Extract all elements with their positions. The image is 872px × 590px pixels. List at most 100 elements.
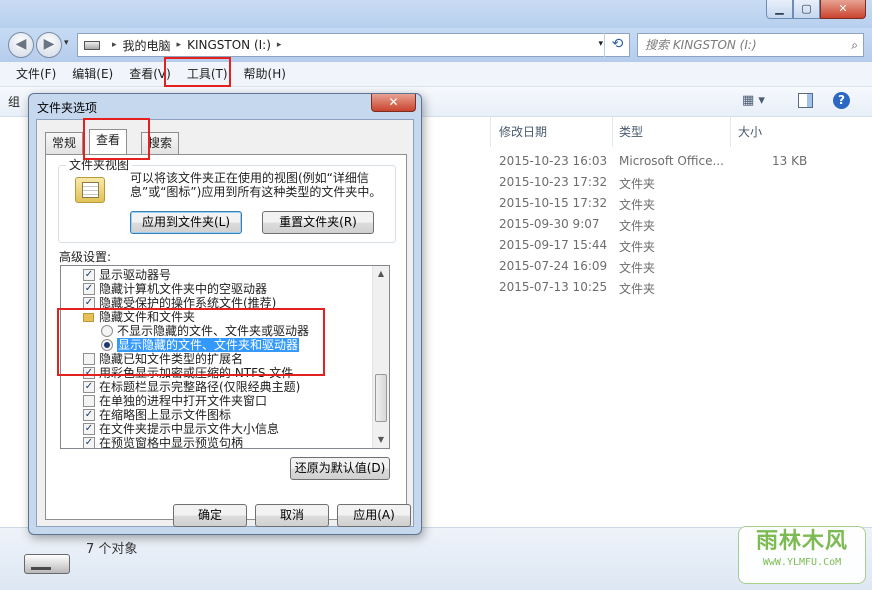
tab-general[interactable]: 常规 (45, 132, 84, 154)
dialog-title: 文件夹选项 (37, 101, 98, 115)
back-button[interactable]: ◀ (8, 32, 34, 58)
minimize-button[interactable]: ▁ (766, 0, 793, 19)
annotation-hidden-files-option (57, 308, 325, 376)
apply-button[interactable]: 应用(A) (337, 504, 411, 527)
column-header-type[interactable]: 类型 (619, 123, 643, 140)
setting-label: 在标题栏显示完整路径(仅限经典主题) (99, 380, 301, 394)
table-row[interactable]: 2015-07-24 16:09 文件夹 (490, 256, 870, 277)
usb-drive-icon (24, 554, 70, 574)
file-type: 文件夹 (619, 219, 656, 233)
menu-edit[interactable]: 编辑(E) (64, 62, 121, 86)
breadcrumb-my-computer[interactable]: 我的电脑 (123, 37, 171, 54)
setting-thumbnail-icons[interactable]: ✓ 在缩略图上显示文件图标 (83, 408, 231, 422)
ok-button[interactable]: 确定 (173, 504, 247, 527)
scroll-down-icon[interactable]: ▼ (373, 432, 389, 448)
setting-label: 在预览窗格中显示预览句柄 (99, 436, 244, 449)
menu-bar: 文件(F) 编辑(E) 查看(V) 工具(T) 帮助(H) (0, 62, 872, 87)
file-date: 2015-10-23 17:32 (499, 175, 608, 189)
menu-file[interactable]: 文件(F) (8, 62, 64, 86)
dialog-close-button[interactable]: ✕ (371, 94, 416, 112)
back-icon: ◀ (15, 36, 27, 52)
annotation-tools-menu (164, 57, 231, 87)
restore-defaults-button[interactable]: 还原为默认值(D) (290, 457, 390, 480)
maximize-button[interactable]: ▢ (793, 0, 820, 19)
table-row[interactable]: 2015-10-23 17:32 文件夹 (490, 172, 870, 193)
setting-label: 在单独的进程中打开文件夹窗口 (99, 394, 268, 408)
close-icon: ✕ (388, 95, 399, 109)
checkbox[interactable]: ✓ (83, 423, 95, 435)
preview-pane-icon[interactable] (798, 93, 813, 108)
apply-to-folders-button[interactable]: 应用到文件夹(L) (130, 211, 242, 234)
address-bar[interactable]: ▸ 我的电脑 ▸ KINGSTON (I:) ▸ ▾ (77, 33, 630, 57)
file-size: 13 KB (772, 154, 808, 168)
folder-views-icon (75, 177, 105, 203)
file-date: 2015-09-17 15:44 (499, 238, 608, 252)
watermark-title: 雨林木风 (755, 529, 848, 554)
file-type: 文件夹 (619, 261, 656, 275)
navigation-bar: ◀ ▶ ▾ ▸ 我的电脑 ▸ KINGSTON (I:) ▸ ▾ ⟲ 搜索 KI… (0, 28, 872, 62)
file-type: 文件夹 (619, 177, 656, 191)
setting-hide-empty-drives[interactable]: ✓ 隐藏计算机文件夹中的空驱动器 (83, 282, 267, 296)
cancel-button[interactable]: 取消 (255, 504, 329, 527)
address-dropdown-icon[interactable]: ▾ (598, 39, 603, 49)
checkbox[interactable]: ✓ (83, 409, 95, 421)
file-date: 2015-07-24 16:09 (499, 259, 608, 273)
advanced-list-scrollbar[interactable]: ▲ ▼ (372, 266, 389, 448)
checkbox[interactable]: ✓ (83, 269, 95, 281)
setting-folder-tips-size[interactable]: ✓ 在文件夹提示中显示文件大小信息 (83, 422, 279, 436)
forward-icon: ▶ (43, 36, 55, 52)
checkbox[interactable]: ✓ (83, 283, 95, 295)
reset-folders-button[interactable]: 重置文件夹(R) (262, 211, 374, 234)
menu-help[interactable]: 帮助(H) (236, 62, 294, 86)
column-separator (612, 117, 613, 147)
change-view-icon[interactable]: ▦ ▾ (742, 93, 765, 108)
column-header-size[interactable]: 大小 (738, 123, 762, 140)
advanced-settings-label: 高级设置: (59, 250, 112, 264)
folder-views-description: 可以将该文件夹正在使用的视图(例如“详细信息”或“图标”)应用到所有这种类型的文… (130, 171, 382, 199)
file-date: 2015-09-30 9:07 (499, 217, 600, 231)
table-row[interactable]: 2015-09-17 15:44 文件夹 (490, 235, 870, 256)
help-icon[interactable]: ? (833, 92, 850, 109)
setting-label: 在缩略图上显示文件图标 (99, 408, 232, 422)
scrollbar-thumb[interactable] (375, 374, 387, 422)
search-placeholder: 搜索 KINGSTON (I:) (645, 38, 757, 52)
setting-separate-process[interactable]: 在单独的进程中打开文件夹窗口 (83, 394, 267, 408)
setting-label: 在文件夹提示中显示文件大小信息 (99, 422, 280, 436)
setting-preview-handlers[interactable]: ✓ 在预览窗格中显示预览句柄 (83, 436, 244, 449)
file-type: Microsoft Office... (619, 154, 724, 168)
organize-button[interactable]: 组 (8, 93, 20, 110)
tab-view[interactable]: 查看 (89, 129, 128, 154)
table-row[interactable]: 2015-10-23 16:03 Microsoft Office... 13 … (490, 151, 870, 172)
search-icon[interactable]: ⌕ (851, 34, 858, 56)
item-count: 7 个对象 (86, 542, 138, 557)
scroll-up-icon[interactable]: ▲ (373, 266, 389, 282)
file-date: 2015-10-15 17:32 (499, 196, 608, 210)
breadcrumb-separator: ▸ (276, 40, 282, 50)
breadcrumb-separator: ▸ (112, 40, 117, 50)
close-button[interactable]: ✕ (820, 0, 866, 19)
window-controls: ▁ ▢ ✕ (766, 0, 866, 20)
column-header-date[interactable]: 修改日期 (499, 123, 547, 140)
checkbox[interactable]: ✓ (83, 381, 95, 393)
forward-button[interactable]: ▶ (36, 32, 62, 58)
breadcrumb-drive[interactable]: KINGSTON (I:) (187, 38, 271, 52)
window-titlebar: ▁ ▢ ✕ (0, 0, 872, 28)
breadcrumb-separator: ▸ (176, 40, 182, 50)
file-date: 2015-10-23 16:03 (499, 154, 608, 168)
setting-show-drive-letters[interactable]: ✓ 显示驱动器号 (83, 268, 171, 282)
table-row[interactable]: 2015-09-30 9:07 文件夹 (490, 214, 870, 235)
recent-pages-dropdown[interactable]: ▾ (64, 38, 69, 48)
search-input[interactable]: 搜索 KINGSTON (I:) ⌕ (637, 33, 864, 57)
table-row[interactable]: 2015-10-15 17:32 文件夹 (490, 193, 870, 214)
table-row[interactable]: 2015-07-13 10:25 文件夹 (490, 277, 870, 298)
file-type: 文件夹 (619, 240, 656, 254)
checkbox[interactable] (83, 395, 95, 407)
refresh-button[interactable]: ⟲ (604, 33, 630, 57)
watermark-logo: 雨林木风 WwW.YLMFU.CoM (738, 526, 866, 584)
column-separator (490, 117, 491, 147)
column-separator (730, 117, 731, 147)
folder-views-label: 文件夹视图 (66, 158, 133, 172)
checkbox[interactable]: ✓ (83, 437, 95, 448)
watermark-url: WwW.YLMFU.CoM (762, 557, 842, 568)
setting-full-path-title[interactable]: ✓ 在标题栏显示完整路径(仅限经典主题) (83, 380, 300, 394)
